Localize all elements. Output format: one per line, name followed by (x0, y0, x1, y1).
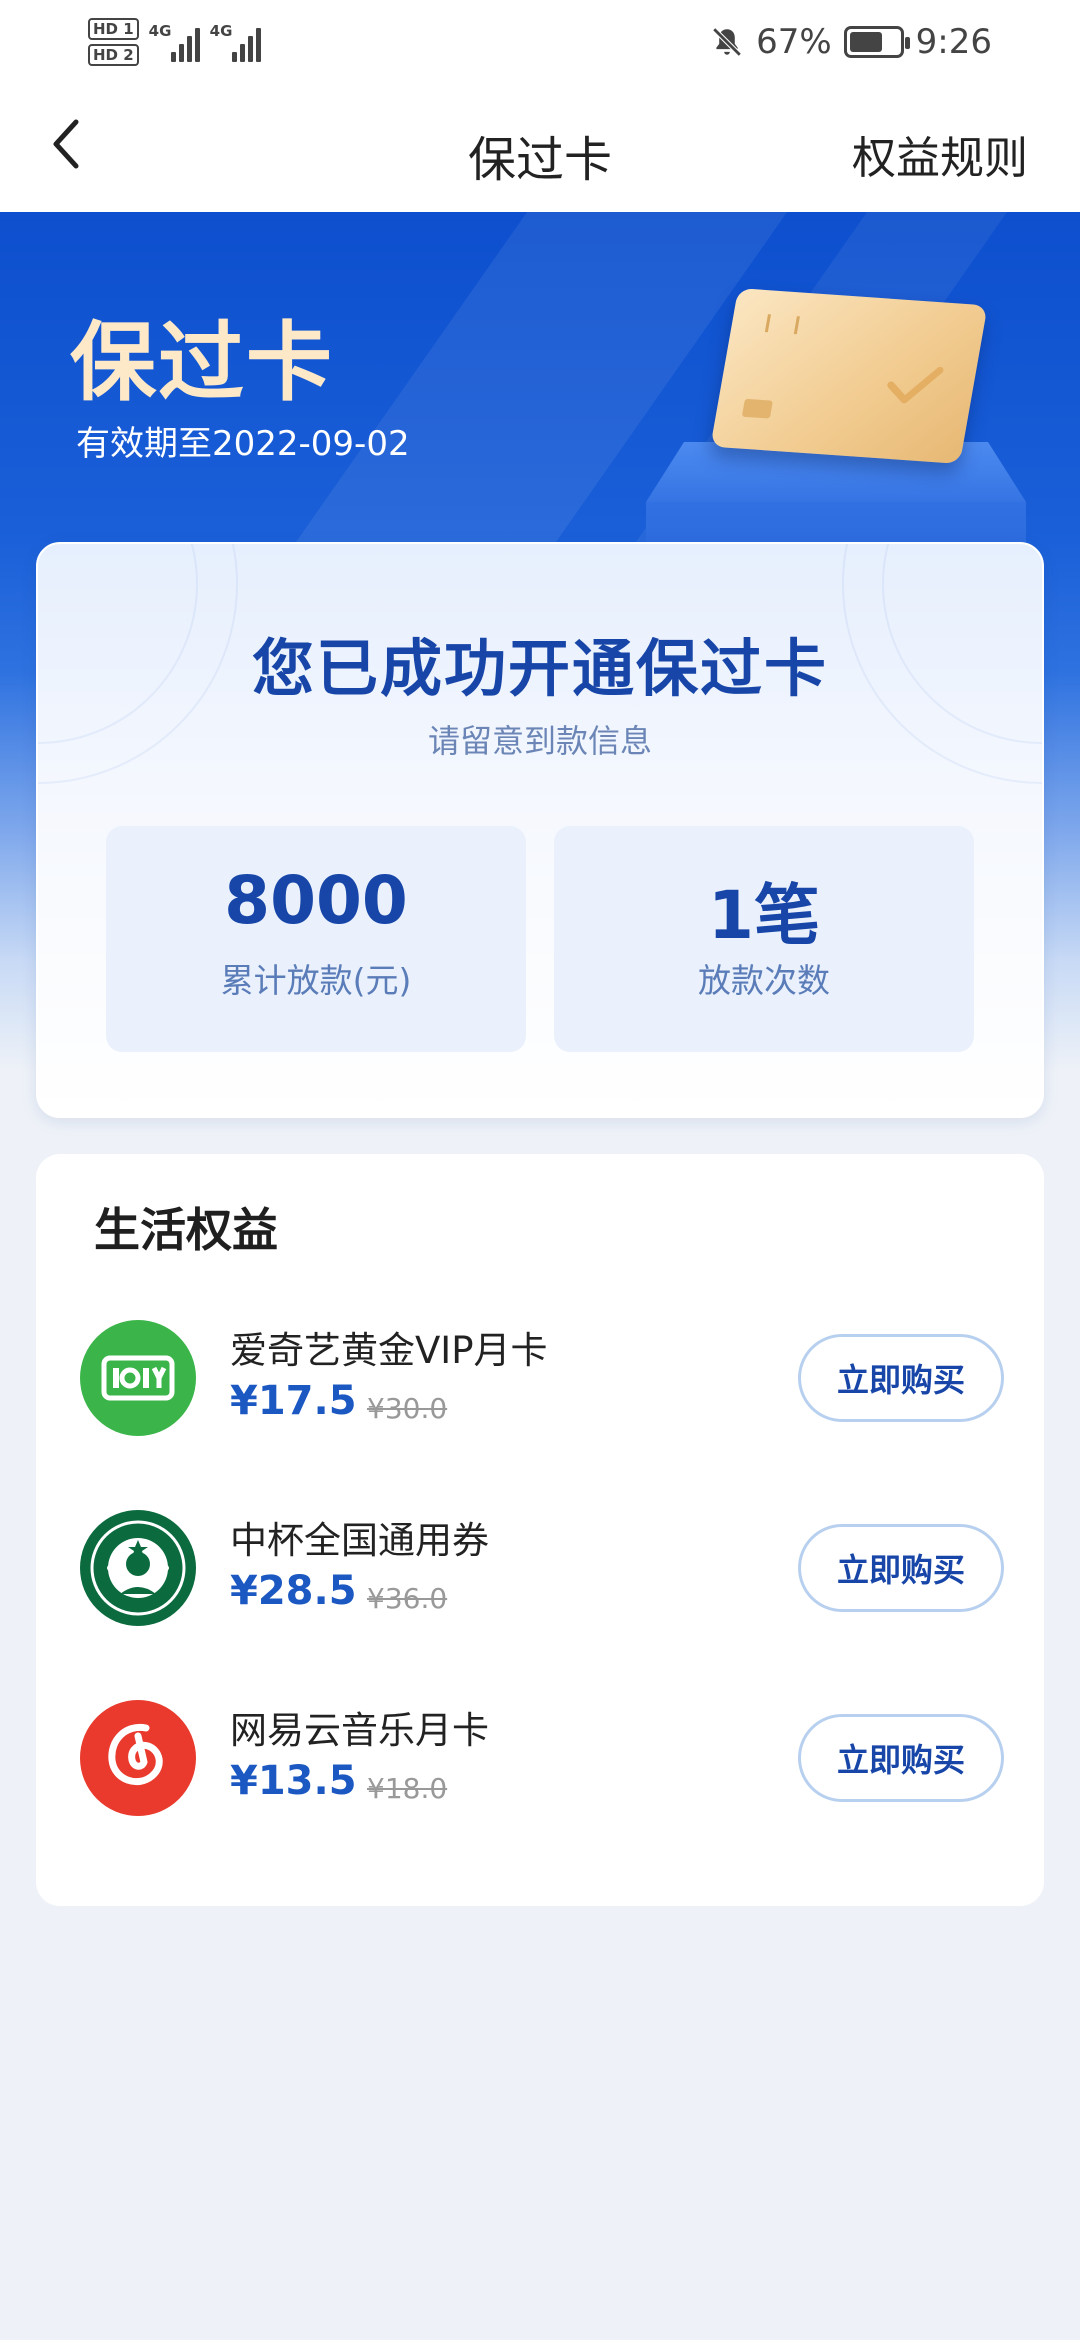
benefit-item-iqiyi: 爱奇艺黄金VIP月卡 ¥17.5 ¥30.0 立即购买 (36, 1300, 1044, 1450)
gold-card-illustration (710, 288, 988, 464)
benefit-price: ¥17.5 (230, 1378, 357, 1424)
stat-value: 1笔 (708, 877, 820, 954)
benefit-price: ¥28.5 (230, 1568, 357, 1614)
sim1-label: HD 1 (88, 18, 139, 40)
signal-icon-sim1: 4G (149, 22, 200, 62)
benefit-rules-link[interactable]: 权益规则 (852, 122, 1028, 186)
benefit-original-price: ¥18.0 (367, 1772, 448, 1805)
benefit-name: 中杯全国通用券 (230, 1519, 489, 1562)
section-title: 生活权益 (94, 1203, 278, 1257)
life-benefits-section: 生活权益 爱奇艺黄金VIP月卡 ¥17.5 ¥30.0 立即购买 中杯全国通用券… (36, 1154, 1044, 1906)
benefit-original-price: ¥30.0 (367, 1392, 448, 1425)
benefit-name: 爱奇艺黄金VIP月卡 (230, 1329, 548, 1372)
stat-total-loan: 8000 累计放款(元) (106, 826, 526, 1052)
benefit-price: ¥13.5 (230, 1758, 357, 1804)
status-bar-right: 67% 9:26 (710, 16, 992, 68)
nav-bar: 保过卡 权益规则 (0, 84, 1080, 212)
benefit-item-coffee: 中杯全国通用券 ¥28.5 ¥36.0 立即购买 (36, 1490, 1044, 1640)
stat-label: 累计放款(元) (220, 961, 412, 1000)
banner-title: 保过卡 (70, 313, 334, 413)
signal-icon-sim2: 4G (210, 22, 261, 62)
validity-date: 有效期至2022-09-02 (76, 424, 410, 464)
success-card: 您已成功开通保过卡 请留意到款信息 8000 累计放款(元) 1笔 放款次数 (36, 542, 1044, 1118)
success-title: 您已成功开通保过卡 (251, 632, 828, 705)
battery-icon (843, 26, 910, 58)
network-type-2: 4G (209, 22, 233, 40)
status-bar: HD 1 HD 2 4G 4G 67% 9:26 (0, 0, 1080, 84)
success-subtitle: 请留意到款信息 (427, 722, 652, 760)
battery-fill (849, 32, 882, 52)
benefit-original-price: ¥36.0 (367, 1582, 448, 1615)
bell-muted-icon (712, 27, 742, 57)
buy-now-button[interactable]: 立即购买 (798, 1714, 1004, 1802)
netease-music-logo-icon (80, 1700, 196, 1816)
sim2-label: HD 2 (88, 44, 139, 66)
stat-label: 放款次数 (698, 961, 830, 1000)
buy-now-button[interactable]: 立即购买 (798, 1334, 1004, 1422)
battery-percent: 67% (756, 22, 832, 62)
buy-now-button[interactable]: 立即购买 (798, 1524, 1004, 1612)
stat-value: 8000 (224, 862, 408, 939)
starbucks-logo-icon (80, 1510, 196, 1626)
clock: 9:26 (915, 22, 992, 62)
network-type-1: 4G (148, 22, 172, 40)
status-bar-left: HD 1 HD 2 4G 4G (88, 12, 261, 72)
check-icon (887, 366, 944, 404)
benefit-name: 网易云音乐月卡 (230, 1709, 489, 1752)
stat-loan-count: 1笔 放款次数 (554, 826, 974, 1052)
iqiyi-logo-icon (80, 1320, 196, 1436)
benefit-item-netease-music: 网易云音乐月卡 ¥13.5 ¥18.0 立即购买 (36, 1680, 1044, 1830)
sim-indicators: HD 1 HD 2 (88, 18, 139, 66)
